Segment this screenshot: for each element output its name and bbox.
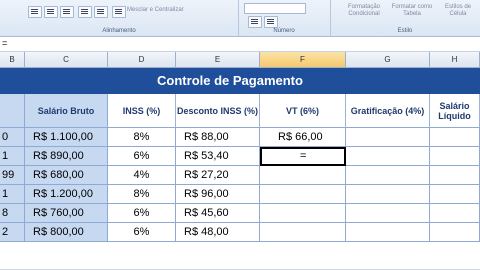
liquido-cell[interactable] [430, 223, 480, 242]
row-cell-b[interactable]: 8 [0, 204, 25, 223]
liquido-cell[interactable] [430, 147, 480, 166]
conditional-format-button[interactable]: Formatação Condicional [342, 4, 386, 18]
desconto-cell[interactable]: R$ 96,00 [176, 185, 260, 204]
salario-cell[interactable]: R$ 800,00 [25, 223, 108, 242]
column-header-f[interactable]: F [260, 52, 346, 68]
desconto-cell[interactable]: R$ 27,20 [176, 166, 260, 185]
desconto-cell[interactable]: R$ 45,60 [176, 204, 260, 223]
desconto-cell[interactable]: R$ 88,00 [176, 128, 260, 147]
liquido-cell[interactable] [430, 128, 480, 147]
decrease-indent-icon[interactable] [78, 6, 92, 18]
inss-cell[interactable]: 8% [108, 128, 176, 147]
gratificacao-cell[interactable] [346, 204, 430, 223]
column-header-b[interactable]: B [0, 52, 25, 68]
desconto-cell[interactable]: R$ 48,00 [176, 223, 260, 242]
salario-cell[interactable]: R$ 760,00 [25, 204, 108, 223]
ribbon-group-number: Número [238, 0, 331, 36]
header-gratificacao[interactable]: Gratificação (4%) [346, 94, 430, 128]
salario-cell[interactable]: R$ 1.200,00 [25, 185, 108, 204]
align-right-icon[interactable] [60, 6, 74, 18]
vt-cell[interactable] [260, 166, 346, 185]
gratificacao-cell[interactable] [346, 223, 430, 242]
liquido-cell[interactable] [430, 204, 480, 223]
merge-center-button[interactable]: Mesclar e Centralizar [127, 7, 184, 13]
row-cell-b[interactable]: 2 [0, 223, 25, 242]
vt-cell[interactable] [260, 185, 346, 204]
liquido-cell[interactable] [430, 185, 480, 204]
column-header-h[interactable]: H [430, 52, 480, 68]
row-cell-b[interactable]: 99 [0, 166, 25, 185]
inss-cell[interactable]: 4% [108, 166, 176, 185]
inss-cell[interactable]: 6% [108, 223, 176, 242]
formula-bar-content: = [2, 38, 8, 48]
ribbon: Mesclar e Centralizar Alinhamento Número… [0, 0, 480, 37]
gratificacao-cell[interactable] [346, 147, 430, 166]
desconto-cell[interactable]: R$ 53,40 [176, 147, 260, 166]
liquido-cell[interactable] [430, 166, 480, 185]
formula-bar[interactable]: = [0, 37, 480, 52]
header-vt-label: VT (6%) [285, 105, 319, 116]
header-inss-label: INSS (%) [122, 105, 161, 116]
currency-icon[interactable] [248, 16, 262, 28]
vt-cell[interactable] [260, 223, 346, 242]
align-center-icon[interactable] [44, 6, 58, 18]
style-group-label: Estilo [397, 28, 413, 34]
number-format-dropdown[interactable] [244, 3, 306, 14]
column-header-d[interactable]: D [108, 52, 176, 68]
title-row[interactable]: Controle de Pagamento [0, 68, 480, 94]
percent-icon[interactable] [264, 16, 278, 28]
header-cell-b[interactable] [0, 94, 25, 128]
row-cell-b[interactable]: 1 [0, 147, 25, 166]
header-gratificacao-label: Gratificação (4%) [350, 105, 425, 116]
header-salario-label: Salário Bruto [37, 105, 95, 116]
column-header-c[interactable]: C [25, 52, 108, 68]
salario-cell[interactable]: R$ 1.100,00 [25, 128, 108, 147]
vt-cell[interactable]: R$ 66,00 [260, 128, 346, 147]
align-left-icon[interactable] [28, 6, 42, 18]
alignment-group-label: Alinhamento [102, 28, 136, 34]
header-desconto-label: Desconto INSS (%) [176, 105, 258, 116]
row-cell-b[interactable]: 1 [0, 185, 25, 204]
gratificacao-cell[interactable] [346, 128, 430, 147]
header-inss[interactable]: INSS (%) [108, 94, 176, 128]
row-cell-b[interactable]: 0 [0, 128, 25, 147]
inss-cell[interactable]: 6% [108, 147, 176, 166]
header-vt[interactable]: VT (6%) [260, 94, 346, 128]
merge-center-icon[interactable] [112, 6, 126, 18]
ribbon-group-style: Formatação Condicional Formatar como Tab… [330, 0, 480, 36]
increase-indent-icon[interactable] [94, 6, 108, 18]
inss-cell[interactable]: 6% [108, 204, 176, 223]
vt-cell[interactable] [260, 204, 346, 223]
column-header-e[interactable]: E [176, 52, 260, 68]
salario-cell[interactable]: R$ 680,00 [25, 166, 108, 185]
header-liquido-label: Salário Líquido [438, 100, 471, 121]
header-desconto[interactable]: Desconto INSS (%) [176, 94, 260, 128]
number-group-label: Número [273, 28, 295, 34]
salario-cell[interactable]: R$ 890,00 [25, 147, 108, 166]
header-salario[interactable]: Salário Bruto [25, 94, 108, 128]
ribbon-group-alignment: Mesclar e Centralizar Alinhamento [0, 0, 239, 36]
sheet-title: Controle de Pagamento [157, 73, 303, 88]
cell-styles-button[interactable]: Estilos de Célula [438, 4, 478, 18]
header-liquido[interactable]: Salário Líquido [430, 94, 480, 128]
inss-cell[interactable]: 8% [108, 185, 176, 204]
column-header-g[interactable]: G [346, 52, 430, 68]
gratificacao-cell[interactable] [346, 185, 430, 204]
vt-cell-active[interactable]: = [260, 147, 346, 166]
gratificacao-cell[interactable] [346, 166, 430, 185]
format-table-button[interactable]: Formatar como Tabela [390, 4, 434, 18]
empty-grid-area[interactable] [0, 242, 480, 270]
